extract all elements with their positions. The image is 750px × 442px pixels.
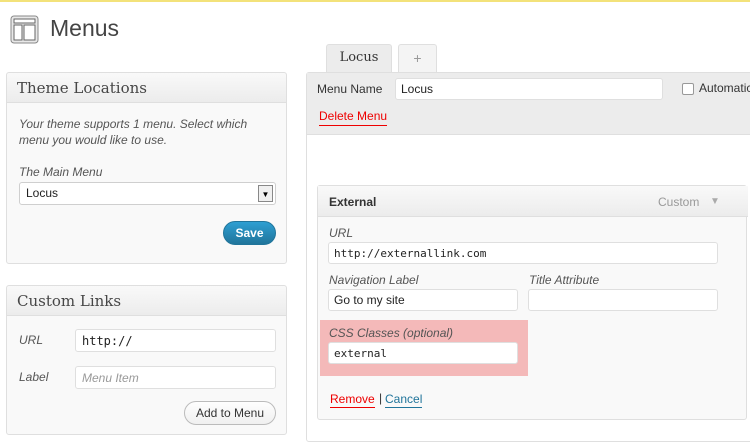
nav-label-input[interactable]: Go to my site: [328, 289, 518, 311]
menu-item-title: External: [329, 195, 377, 209]
main-menu-select[interactable]: Locus ▼: [19, 182, 276, 205]
menu-item-type: Custom: [658, 195, 700, 209]
automatic-label: Automatic: [699, 81, 750, 95]
menu-header: Menu Name Locus Automatic Delete Menu: [307, 73, 750, 135]
menu-name-label: Menu Name: [317, 82, 383, 96]
custom-links-title: Custom Links: [7, 286, 286, 316]
title-attribute-input[interactable]: [528, 289, 718, 311]
menu-item-external: External Custom ▼ URL http://externallin…: [317, 185, 748, 420]
automatic-checkbox[interactable]: [682, 83, 694, 95]
page-title: Menus: [50, 15, 120, 41]
item-url-input[interactable]: http://externallink.com: [328, 242, 718, 264]
menu-name-input[interactable]: Locus: [395, 78, 663, 100]
custom-label-label: Label: [19, 370, 49, 384]
menu-item-handle[interactable]: External Custom ▼: [318, 186, 748, 217]
menus-page-icon: [10, 15, 39, 44]
expand-arrow-icon[interactable]: ▼: [710, 196, 720, 207]
theme-support-note: Your theme supports 1 menu. Select which…: [19, 117, 248, 147]
custom-label-input[interactable]: Menu Item: [75, 366, 276, 389]
main-menu-label: The Main Menu: [19, 165, 103, 179]
tab-locus[interactable]: Locus: [326, 44, 392, 73]
add-to-menu-button[interactable]: Add to Menu: [184, 401, 276, 425]
custom-url-label: URL: [19, 333, 44, 347]
theme-locations-title: Theme Locations: [7, 73, 286, 103]
link-separator: |: [379, 391, 383, 405]
css-classes-input[interactable]: external: [328, 342, 518, 364]
nav-label-label: Navigation Label: [329, 273, 419, 287]
custom-links-box: Custom Links URL http:// Label Menu Item…: [6, 285, 287, 435]
delete-menu-link[interactable]: Delete Menu: [319, 109, 388, 126]
remove-link[interactable]: Remove: [330, 392, 375, 408]
cancel-link[interactable]: Cancel: [385, 392, 423, 408]
main-menu-select-value: Locus: [26, 186, 59, 200]
theme-locations-box: Theme Locations Your theme supports 1 me…: [6, 72, 287, 264]
menu-editor-panel: Menu Name Locus Automatic Delete Menu Ex…: [306, 72, 750, 442]
custom-url-input[interactable]: http://: [75, 329, 276, 352]
item-url-label: URL: [329, 226, 354, 240]
tab-add-menu[interactable]: +: [398, 44, 437, 72]
title-attribute-label: Title Attribute: [529, 273, 600, 287]
save-button[interactable]: Save: [223, 221, 276, 245]
select-arrow-icon[interactable]: ▼: [258, 185, 273, 202]
css-classes-label: CSS Classes (optional): [329, 326, 454, 340]
top-notice-line: [0, 0, 750, 2]
